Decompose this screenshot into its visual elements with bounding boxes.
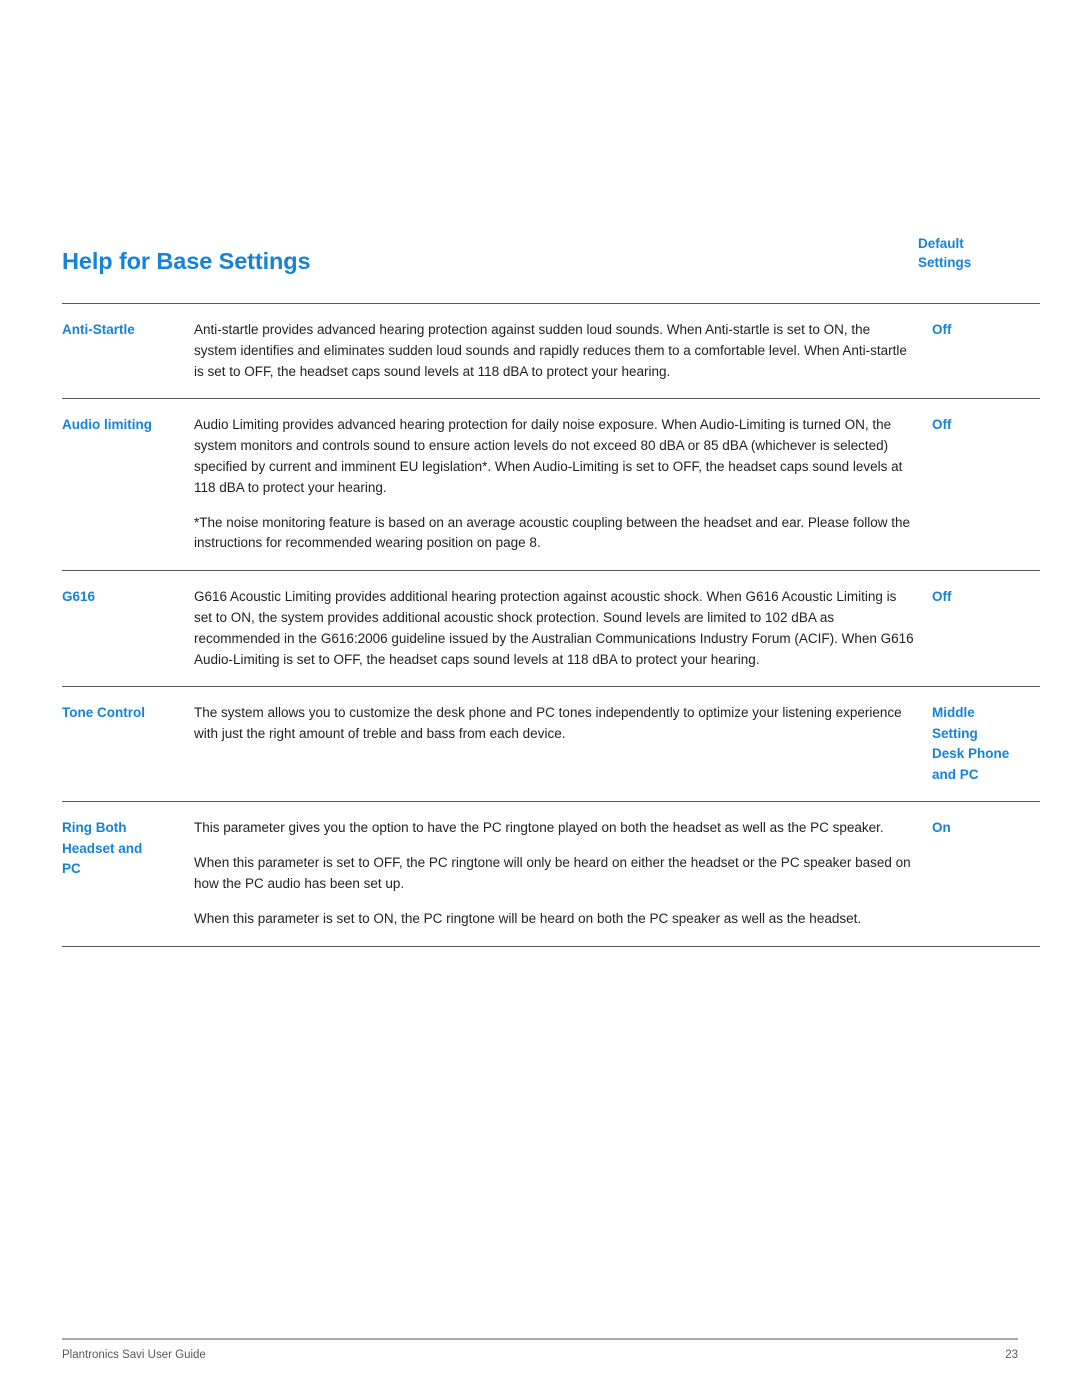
page-footer: Plantronics Savi User Guide 23: [62, 1338, 1018, 1370]
setting-name-line: G616: [62, 589, 96, 605]
document-page: Help for Base Settings Default Settings …: [0, 0, 1080, 1397]
setting-name-line: Ring Both: [62, 820, 127, 836]
setting-name-line: PC: [62, 861, 81, 877]
settings-table: Anti-Startle Anti-startle provides advan…: [62, 302, 1040, 947]
description-paragraph: This parameter gives you the option to h…: [194, 820, 884, 836]
default-settings-header-line-1: Default: [918, 236, 964, 251]
footer-page-number: 23: [1005, 1349, 1018, 1361]
setting-default-line: Middle: [932, 705, 975, 721]
setting-description: Audio Limiting provides advanced hearing…: [194, 399, 914, 570]
setting-name-cell: Anti-Startle: [62, 302, 194, 399]
setting-name-line: Audio limiting: [62, 417, 152, 433]
setting-default-value: Off: [932, 304, 1040, 357]
setting-default-cell: Off: [932, 570, 1040, 687]
setting-name-cell: Ring Both Headset and PC: [62, 801, 194, 947]
setting-description-cell: Anti-startle provides advanced hearing p…: [194, 302, 932, 399]
default-settings-column-header: Default Settings: [918, 234, 1038, 272]
description-paragraph: The system allows you to customize the d…: [194, 705, 902, 742]
setting-default-line: Setting: [932, 725, 978, 741]
setting-description-cell: G616 Acoustic Limiting provides addition…: [194, 570, 932, 687]
table-row: Ring Both Headset and PC This parameter …: [62, 801, 1040, 947]
setting-default-line: and PC: [932, 766, 979, 782]
description-footnote: *The noise monitoring feature is based o…: [194, 514, 910, 551]
setting-default-line: On: [932, 820, 951, 836]
setting-default-cell: Middle Setting Desk Phone and PC: [932, 686, 1040, 802]
setting-default-line: Off: [932, 322, 952, 337]
setting-description-cell: This parameter gives you the option to h…: [194, 801, 932, 947]
setting-default-value: On: [932, 802, 1040, 855]
table-row: Anti-Startle Anti-startle provides advan…: [62, 302, 1040, 399]
setting-name-cell: Audio limiting: [62, 398, 194, 571]
setting-name: Ring Both Headset and PC: [62, 802, 190, 896]
settings-table-body: Anti-Startle Anti-startle provides advan…: [62, 302, 1040, 947]
setting-name: Tone Control: [62, 687, 190, 740]
description-paragraph: When this parameter is set to ON, the PC…: [194, 910, 862, 926]
setting-default-line: Desk Phone: [932, 746, 1010, 762]
setting-default-cell: On: [932, 801, 1040, 947]
setting-default-value: Off: [932, 399, 1040, 452]
setting-default-line: Off: [932, 589, 952, 605]
setting-description: This parameter gives you the option to h…: [194, 802, 914, 945]
table-row: Audio limiting Audio Limiting provides a…: [62, 398, 1040, 571]
page-header: Help for Base Settings Default Settings: [62, 228, 1018, 290]
description-paragraph: Audio Limiting provides advanced hearing…: [194, 417, 903, 495]
setting-description-cell: Audio Limiting provides advanced hearing…: [194, 398, 932, 571]
setting-description: Anti-startle provides advanced hearing p…: [194, 304, 914, 398]
setting-name-cell: G616: [62, 570, 194, 687]
setting-name-line: Headset and: [62, 840, 143, 856]
footer-guide-title: Plantronics Savi User Guide: [62, 1349, 206, 1361]
setting-default-line: Off: [932, 417, 952, 433]
table-row: G616 G616 Acoustic Limiting provides add…: [62, 570, 1040, 687]
description-paragraph: G616 Acoustic Limiting provides addition…: [194, 589, 914, 667]
setting-name-cell: Tone Control: [62, 686, 194, 802]
setting-description-cell: The system allows you to customize the d…: [194, 686, 932, 802]
setting-description: The system allows you to customize the d…: [194, 687, 914, 761]
setting-name: G616: [62, 571, 190, 624]
setting-name-line: Tone Control: [62, 705, 145, 721]
table-row: Tone Control The system allows you to cu…: [62, 686, 1040, 802]
setting-description: G616 Acoustic Limiting provides addition…: [194, 571, 914, 686]
setting-name: Anti-Startle: [62, 304, 190, 357]
description-paragraph: When this parameter is set to OFF, the P…: [194, 855, 911, 891]
setting-name: Audio limiting: [62, 399, 190, 452]
setting-default-value: Middle Setting Desk Phone and PC: [932, 687, 1040, 801]
default-settings-header-line-2: Settings: [918, 255, 972, 270]
setting-default-cell: Off: [932, 302, 1040, 399]
page-title: Help for Base Settings: [62, 248, 311, 274]
description-paragraph: Anti-startle provides advanced hearing p…: [194, 322, 907, 379]
setting-default-cell: Off: [932, 398, 1040, 571]
setting-default-value: Off: [932, 571, 1040, 624]
setting-name-line: Anti-Startle: [62, 322, 135, 337]
